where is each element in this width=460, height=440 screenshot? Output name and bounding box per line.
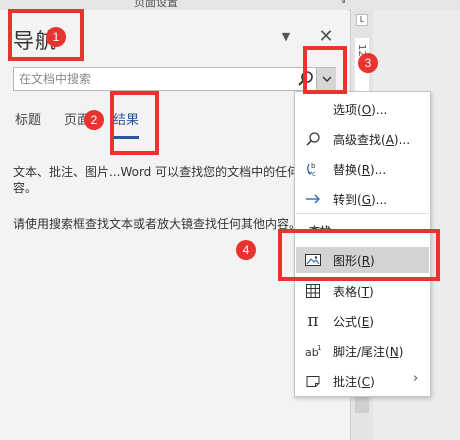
menu-item-label: 表格(: [333, 285, 362, 299]
menu-item-accesskey: R: [361, 163, 371, 177]
triangle-down-icon: ▼: [281, 29, 291, 43]
menu-item-goto[interactable]: 转到(G)...: [296, 186, 429, 212]
menu-item-label: 选项(: [333, 103, 362, 117]
pane-close-button[interactable]: ✕: [313, 24, 339, 48]
menu-item-accesskey: A: [385, 133, 394, 147]
menu-item-label: 批注(: [333, 375, 362, 389]
menu-item-accesskey: O: [361, 103, 372, 117]
magnifier-icon: [304, 130, 322, 148]
menu-item-advanced-find[interactable]: 高级查找(A)...: [296, 126, 429, 152]
menu-item-options[interactable]: 选项(O)...: [296, 96, 429, 122]
annotation-badge-2: 2: [84, 110, 104, 130]
replace-icon: bc: [304, 160, 322, 178]
results-message: 文本、批注、图片...Word 可以查找您的文档中的任何内 容。: [13, 164, 333, 196]
results-message-wrap: 容。: [13, 181, 38, 195]
menu-item-find-comment[interactable]: 批注(C) ›: [296, 368, 429, 394]
pi-icon: π: [307, 311, 319, 331]
close-icon: ✕: [318, 25, 334, 47]
menu-item-accesskey: C: [361, 375, 371, 389]
menu-item-accesskey: G: [361, 193, 371, 207]
ribbon-group-caption: 页面设置: [134, 0, 178, 9]
menu-item-find-footnote[interactable]: ab 1 脚注/尾注(N): [296, 338, 429, 364]
svg-text:c: c: [312, 170, 316, 178]
menu-item-find-equation[interactable]: π 公式(E): [296, 308, 429, 334]
menu-item-replace[interactable]: bc 替换(R)...: [296, 156, 429, 182]
comment-icon: [304, 372, 322, 390]
menu-item-suffix: ): [370, 375, 375, 389]
table-icon: [304, 282, 322, 300]
arrow-right-icon: [304, 190, 322, 208]
annotation-badge-4: 4: [236, 240, 256, 260]
annotation-badge-3: 3: [358, 53, 378, 73]
menu-item-suffix: )...: [371, 103, 388, 117]
annotation-box-4: [278, 229, 440, 281]
menu-item-suffix: ): [398, 345, 404, 359]
search-box: [13, 67, 336, 91]
menu-item-label: 替换(: [333, 163, 362, 177]
pane-options-button[interactable]: ▼: [274, 25, 298, 47]
menu-item-suffix: )...: [393, 133, 411, 147]
menu-separator: [296, 213, 429, 214]
svg-text:b: b: [311, 162, 316, 170]
menu-item-label: 公式(: [333, 315, 362, 329]
annotation-box-3: [303, 46, 347, 94]
menu-item-label: 高级查找(: [333, 133, 386, 147]
menu-item-accesskey: N: [389, 345, 399, 359]
menu-item-suffix: )...: [371, 193, 388, 207]
menu-item-suffix: ): [369, 285, 374, 299]
menu-item-suffix: ): [369, 315, 374, 329]
search-input[interactable]: [14, 68, 294, 90]
tab-selector-button[interactable]: L: [356, 14, 368, 26]
menu-item-label: 脚注/尾注(: [333, 345, 390, 359]
menu-item-suffix: )...: [370, 163, 387, 177]
footnote-icon: ab 1: [304, 342, 322, 360]
results-message-line: 文本、批注、图片...Word 可以查找您的文档中的任何内: [13, 165, 312, 179]
menu-item-find-table[interactable]: 表格(T): [296, 278, 429, 304]
annotation-badge-1: 1: [46, 27, 66, 47]
menu-item-accesskey: T: [361, 285, 370, 299]
svg-text:1: 1: [317, 344, 321, 352]
annotation-box-2: [110, 91, 159, 155]
submenu-arrow-icon: ›: [413, 371, 419, 386]
dialog-launcher-icon[interactable]: ↘: [338, 0, 346, 6]
tab-headings[interactable]: 标题: [15, 109, 41, 139]
menu-item-label: 转到(: [333, 193, 362, 207]
ruler-margin-area: [355, 395, 369, 413]
